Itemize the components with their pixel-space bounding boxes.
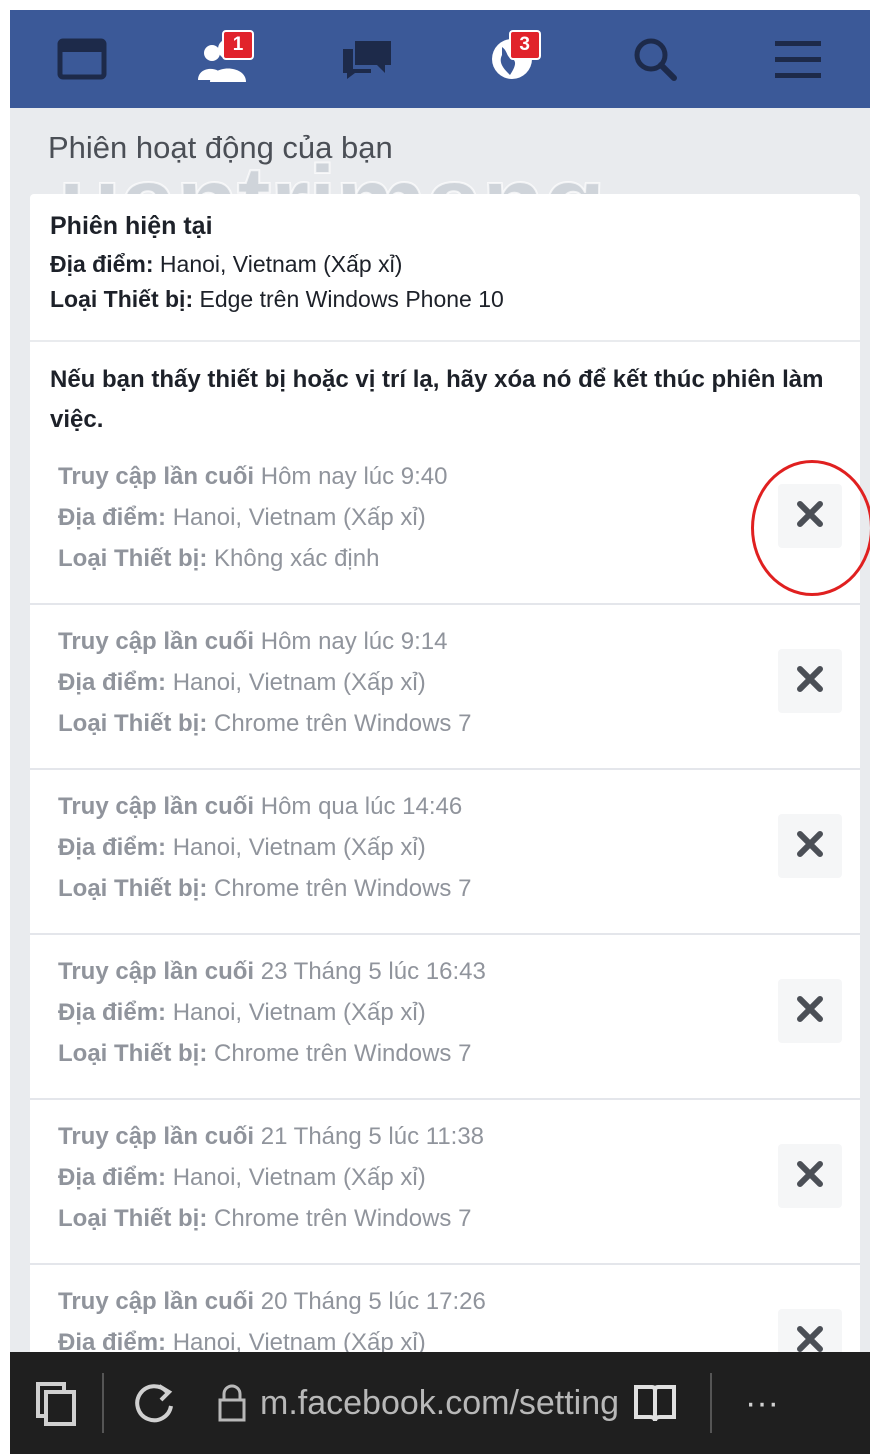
remove-session-button[interactable] [778, 979, 842, 1043]
session-list: Nếu bạn thấy thiết bị hoặc vị trí lạ, hã… [30, 342, 860, 1352]
page-content: Phiên hoạt động của bạn uantrimang Phiên… [10, 108, 870, 1352]
last-access-label: Truy cập lần cuối [58, 1123, 255, 1150]
location-label: Địa điểm: [58, 669, 167, 696]
device-label: Loại Thiết bị: [58, 710, 208, 737]
session-device: Loại Thiết bị: Chrome trên Windows 7 [58, 703, 832, 744]
more-menu-button[interactable]: ··· [712, 1384, 812, 1423]
session-location: Địa điểm: Hanoi, Vietnam (Xấp xỉ) [58, 662, 832, 703]
remove-session-button[interactable] [778, 649, 842, 713]
friend-requests-badge: 1 [221, 30, 254, 60]
location-value: Hanoi, Vietnam (Xấp xỉ) [172, 1329, 426, 1352]
location-label: Địa điểm: [58, 999, 167, 1026]
last-access-label: Truy cập lần cuối [58, 1288, 255, 1315]
session-row: Truy cập lần cuối 21 Tháng 5 lúc 11:38 Đị… [30, 1100, 860, 1265]
remove-session-button[interactable] [778, 814, 842, 878]
device-value: Edge trên Windows Phone 10 [199, 286, 504, 312]
last-access-label: Truy cập lần cuối [58, 793, 255, 820]
tabs-icon[interactable] [10, 1380, 102, 1426]
device-label: Loại Thiết bị: [58, 545, 208, 572]
device-label: Loại Thiết bị: [58, 1205, 208, 1232]
device-value: Chrome trên Windows 7 [214, 875, 472, 902]
security-notice: Nếu bạn thấy thiết bị hoặc vị trí lạ, hã… [50, 366, 824, 433]
last-access-label: Truy cập lần cuối [58, 958, 255, 985]
device-value: Chrome trên Windows 7 [214, 1040, 472, 1067]
current-session-title: Phiên hiện tại [50, 212, 213, 240]
remove-session-button[interactable] [778, 1309, 842, 1352]
session-device: Loại Thiết bị: Chrome trên Windows 7 [58, 1198, 832, 1239]
session-location: Địa điểm: Hanoi, Vietnam (Xấp xỉ) [58, 1157, 832, 1198]
browser-bottom-bar: m.facebook.com/setting ··· [10, 1352, 870, 1454]
location-label: Địa điểm: [58, 504, 167, 531]
current-session-device: Loại Thiết bị: Edge trên Windows Phone 1… [50, 286, 840, 313]
refresh-icon[interactable] [104, 1380, 204, 1426]
device-value: Chrome trên Windows 7 [214, 1205, 472, 1232]
current-session-card: Phiên hiện tại Địa điểm: Hanoi, Vietnam … [30, 194, 860, 340]
friend-requests-icon[interactable]: 1 [190, 24, 260, 94]
page-title: Phiên hoạt động của bạn [48, 130, 393, 165]
close-icon [796, 500, 824, 533]
location-value: Hanoi, Vietnam (Xấp xỉ) [172, 669, 426, 696]
location-value: Hanoi, Vietnam (Xấp xỉ) [172, 504, 426, 531]
last-access: Truy cập lần cuối Hôm qua lúc 14:46 [58, 786, 832, 827]
session-device: Loại Thiết bị: Không xác định [58, 538, 832, 579]
lock-icon [204, 1384, 260, 1422]
device-label: Loại Thiết bị: [50, 286, 194, 312]
close-icon [796, 1325, 824, 1353]
session-location: Địa điểm: Hanoi, Vietnam (Xấp xỉ) [58, 1322, 832, 1352]
top-navigation-bar: 1 3 [10, 10, 870, 108]
last-access-value: 20 Tháng 5 lúc 17:26 [260, 1288, 486, 1315]
session-row: Truy cập lần cuối Hôm qua lúc 14:46 Địa đ… [30, 770, 860, 935]
session-device: Loại Thiết bị: Chrome trên Windows 7 [58, 868, 832, 909]
device-label: Loại Thiết bị: [58, 1040, 208, 1067]
session-row: Truy cập lần cuối Hôm nay lúc 9:14 Địa đi… [30, 605, 860, 770]
address-bar[interactable]: m.facebook.com/setting [260, 1384, 620, 1423]
session-location: Địa điểm: Hanoi, Vietnam (Xấp xỉ) [58, 497, 832, 538]
session-row: Truy cập lần cuối 23 Tháng 5 lúc 16:43 Đị… [30, 935, 860, 1100]
device-value: Không xác định [214, 545, 380, 572]
close-icon [796, 830, 824, 863]
session-device: Loại Thiết bị: Chrome trên Windows 7 [58, 1033, 832, 1074]
notifications-globe-icon[interactable]: 3 [477, 24, 547, 94]
remove-session-button[interactable] [778, 484, 842, 548]
close-icon [796, 1160, 824, 1193]
current-session-location: Địa điểm: Hanoi, Vietnam (Xấp xỉ) [50, 251, 840, 278]
last-access-label: Truy cập lần cuối [58, 463, 255, 490]
remove-session-button[interactable] [778, 1144, 842, 1208]
last-access-value: 23 Tháng 5 lúc 16:43 [260, 958, 486, 985]
location-value: Hanoi, Vietnam (Xấp xỉ) [172, 834, 426, 861]
last-access: Truy cập lần cuối 21 Tháng 5 lúc 11:38 [58, 1116, 832, 1157]
last-access: Truy cập lần cuối 20 Tháng 5 lúc 17:26 [58, 1281, 832, 1322]
notifications-badge: 3 [508, 30, 541, 60]
last-access-value: Hôm nay lúc 9:40 [260, 463, 448, 490]
last-access-value: Hôm nay lúc 9:14 [260, 628, 448, 655]
news-feed-icon[interactable] [47, 24, 117, 94]
session-location: Địa điểm: Hanoi, Vietnam (Xấp xỉ) [58, 992, 832, 1033]
location-value: Hanoi, Vietnam (Xấp xỉ) [172, 999, 426, 1026]
location-value: Hanoi, Vietnam (Xấp xỉ) [159, 251, 403, 277]
last-access-value: 21 Tháng 5 lúc 11:38 [260, 1123, 485, 1150]
last-access-value: Hôm qua lúc 14:46 [260, 793, 463, 820]
session-location: Địa điểm: Hanoi, Vietnam (Xấp xỉ) [58, 827, 832, 868]
last-access: Truy cập lần cuối Hôm nay lúc 9:14 [58, 621, 832, 662]
menu-icon[interactable] [763, 24, 833, 94]
last-access-label: Truy cập lần cuối [58, 628, 255, 655]
location-label: Địa điểm: [58, 834, 167, 861]
close-icon [796, 995, 824, 1028]
location-value: Hanoi, Vietnam (Xấp xỉ) [172, 1164, 426, 1191]
search-icon[interactable] [620, 24, 690, 94]
messages-icon[interactable] [333, 24, 403, 94]
reading-view-icon[interactable] [620, 1383, 690, 1423]
session-row: Truy cập lần cuối 20 Tháng 5 lúc 17:26 Đị… [30, 1265, 860, 1352]
location-label: Địa điểm: [58, 1329, 167, 1352]
location-label: Địa điểm: [58, 1164, 167, 1191]
close-icon [796, 665, 824, 698]
last-access: Truy cập lần cuối 23 Tháng 5 lúc 16:43 [58, 951, 832, 992]
last-access: Truy cập lần cuối Hôm nay lúc 9:40 [58, 456, 832, 497]
device-value: Chrome trên Windows 7 [214, 710, 472, 737]
session-row: Truy cập lần cuối Hôm nay lúc 9:40 Địa đi… [30, 440, 860, 605]
location-label: Địa điểm: [50, 251, 154, 277]
device-label: Loại Thiết bị: [58, 875, 208, 902]
